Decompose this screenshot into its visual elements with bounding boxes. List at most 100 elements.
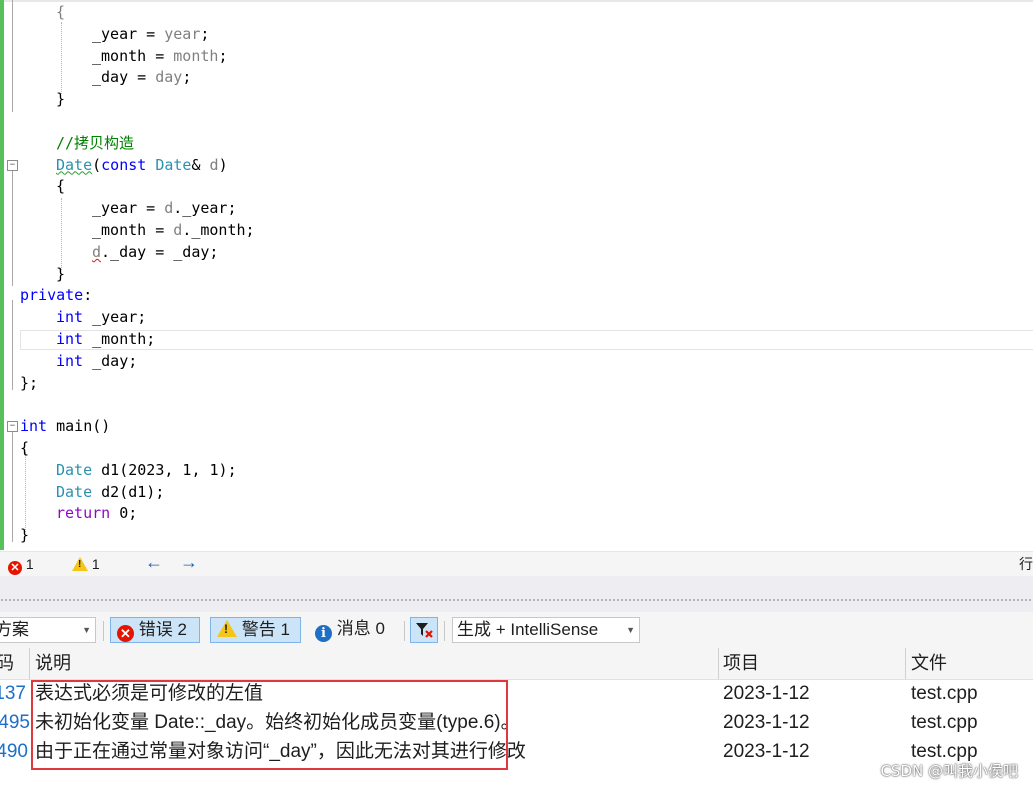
code-token: int: [56, 308, 84, 327]
code-token: _year =: [92, 199, 165, 218]
code-token: {: [56, 177, 66, 196]
error-code[interactable]: 26495: [0, 708, 30, 737]
code-line[interactable]: int _month;: [56, 328, 155, 350]
separator: [404, 621, 405, 641]
errors-filter-button[interactable]: ✕ 错误 2: [110, 617, 200, 643]
code-line[interactable]: }: [20, 524, 29, 546]
current-line-highlight: [20, 330, 1033, 350]
separator: [444, 621, 445, 641]
code-token: }: [56, 90, 66, 109]
code-line[interactable]: {: [56, 175, 65, 197]
code-line[interactable]: private:: [20, 284, 92, 306]
code-line[interactable]: _month = month;: [92, 45, 227, 67]
git-change-bar: [0, 0, 4, 550]
code-line[interactable]: };: [20, 372, 38, 394]
navigate-forward-icon[interactable]: →: [180, 553, 198, 571]
code-token: &: [191, 155, 210, 174]
editor-status-bar: ✕ 1 ! 1 ← → 行: [0, 551, 1033, 576]
code-token: _year;: [83, 308, 147, 327]
code-token: int: [56, 351, 84, 370]
indent-guide: [61, 22, 62, 94]
code-token: ;: [182, 68, 192, 87]
code-token: d1(2023, 1, 1);: [92, 460, 237, 479]
warning-count-indicator[interactable]: ! 1: [72, 555, 100, 573]
build-source-dropdown[interactable]: 生成 + IntelliSense ▼: [452, 617, 640, 643]
error-code[interactable]: 3490: [0, 737, 28, 766]
code-token: {: [56, 3, 66, 21]
splitter-grip[interactable]: [0, 598, 1033, 602]
code-token: }: [56, 264, 66, 283]
code-token: //拷贝构造: [56, 133, 135, 152]
messages-filter-button[interactable]: i 消息 0: [309, 617, 399, 643]
filter-current-document-button[interactable]: [410, 617, 438, 643]
watermark: CSDN @叫我小侯吧: [880, 762, 1018, 780]
code-line[interactable]: _year = d._year;: [92, 197, 237, 219]
grid-header: 码 说明 项目 文件: [0, 648, 1033, 680]
code-token: ;: [218, 46, 228, 65]
code-line[interactable]: _month = d._month;: [92, 219, 255, 241]
code-token: _day;: [83, 351, 138, 370]
code-line[interactable]: return 0;: [56, 502, 137, 524]
column-header-code[interactable]: 码: [0, 648, 14, 679]
code-line[interactable]: Date(const Date& d): [56, 154, 228, 176]
code-line[interactable]: _year = year;: [92, 23, 209, 45]
column-header-description[interactable]: 说明: [35, 648, 71, 679]
highlight-annotation-box: [31, 680, 508, 770]
code-line[interactable]: Date d1(2023, 1, 1);: [56, 459, 237, 481]
error-icon: ✕: [8, 561, 22, 575]
code-line[interactable]: //拷贝构造: [56, 132, 134, 154]
code-token: d: [92, 242, 102, 261]
panel-splitter[interactable]: [0, 576, 1033, 612]
indent-guide: [61, 198, 62, 270]
code-token: {: [20, 439, 30, 457]
code-line[interactable]: Date d2(d1);: [56, 481, 164, 503]
scope-dropdown[interactable]: 方案 ▼: [0, 617, 96, 643]
code-token: _month =: [92, 46, 174, 65]
code-line[interactable]: int _day;: [56, 350, 137, 372]
fold-toggle-icon[interactable]: −: [7, 160, 18, 171]
error-icon: ✕: [117, 625, 134, 642]
warning-icon: !: [217, 620, 237, 637]
code-token: year: [164, 24, 201, 43]
code-token: const: [101, 155, 156, 174]
code-token: ._year;: [173, 199, 237, 218]
code-token: d: [173, 221, 183, 239]
column-separator[interactable]: [905, 648, 906, 679]
navigate-back-icon[interactable]: ←: [145, 553, 163, 571]
error-list-toolbar: 方案 ▼ ✕ 错误 2 ! 警告 1 i 消息 0 生成 + IntelliSe…: [0, 612, 1033, 648]
code-token: return: [56, 504, 111, 523]
code-line[interactable]: int _year;: [56, 306, 146, 328]
code-line[interactable]: int main(): [20, 415, 110, 437]
code-token: _day =: [92, 68, 156, 87]
code-token: d: [209, 155, 219, 174]
code-token: }: [20, 526, 30, 545]
fold-line: [12, 300, 13, 390]
code-line[interactable]: }: [56, 263, 65, 285]
code-line[interactable]: d._day = _day;: [92, 241, 218, 263]
column-header-project[interactable]: 项目: [723, 648, 759, 679]
fold-toggle-icon[interactable]: −: [7, 421, 18, 432]
code-token: d: [164, 199, 174, 218]
code-line[interactable]: _day = day;: [92, 66, 191, 88]
code-token: private: [20, 286, 84, 305]
code-line[interactable]: {: [20, 437, 29, 459]
warnings-filter-button[interactable]: ! 警告 1: [210, 617, 301, 643]
error-count-indicator[interactable]: ✕ 1: [8, 555, 34, 575]
error-code[interactable]: 137: [0, 679, 26, 708]
info-icon: i: [315, 625, 332, 642]
column-separator[interactable]: [29, 648, 30, 679]
code-token: ._day = _day;: [101, 242, 219, 261]
column-separator[interactable]: [718, 648, 719, 679]
code-token: };: [20, 373, 39, 392]
column-header-file[interactable]: 文件: [911, 648, 947, 679]
code-token: day: [155, 68, 183, 87]
indent-guide: [25, 452, 26, 532]
code-token: main(): [47, 417, 111, 436]
code-token: int: [56, 330, 84, 348]
code-line[interactable]: }: [56, 88, 65, 110]
code-token: :: [83, 286, 93, 305]
code-line[interactable]: {: [56, 1, 65, 23]
error-project: 2023-1-12: [723, 683, 810, 704]
code-editor[interactable]: − − { _year = year; _month = month; _day = …: [0, 0, 1033, 550]
fold-line: [12, 0, 13, 112]
